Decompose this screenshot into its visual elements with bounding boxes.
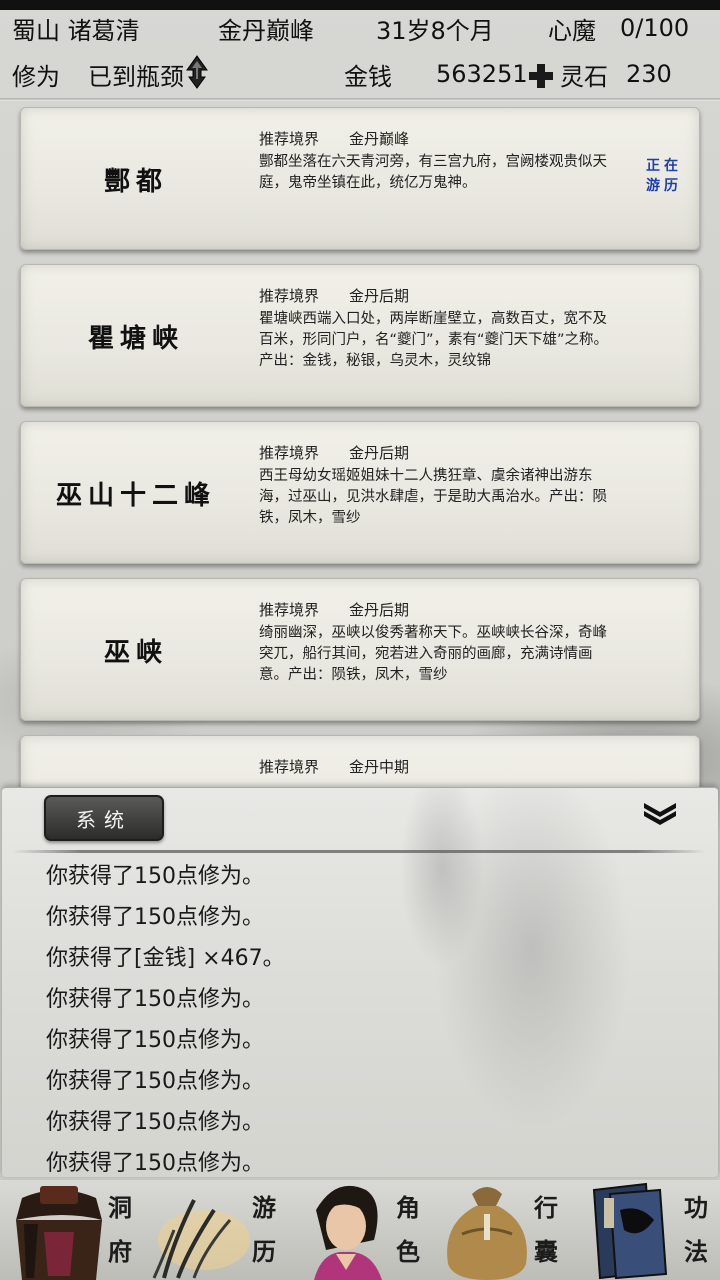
header-row-2: 修为 已到瓶颈 金钱 563251 灵石 230 bbox=[0, 52, 720, 96]
region-name: 酆都 bbox=[103, 167, 168, 197]
cave-dwelling-icon bbox=[16, 1186, 102, 1280]
recommended-realm: 推荐境界 金丹巅峰 bbox=[259, 128, 409, 149]
rec-realm: 金丹中期 bbox=[349, 758, 410, 776]
nav-label-1: 游 bbox=[252, 1193, 276, 1222]
log-line: 你获得了150点修为。 bbox=[46, 864, 264, 889]
region-name bbox=[21, 736, 251, 790]
region-card[interactable]: 推荐境界 金丹中期 bbox=[20, 735, 700, 790]
current-line-2: 游历 bbox=[646, 178, 682, 194]
rec-label: 推荐境界 bbox=[259, 130, 320, 148]
log-line: 你获得了150点修为。 bbox=[46, 1110, 264, 1135]
region-name: 巫峡 bbox=[103, 638, 168, 668]
player-realm: 金丹巅峰 bbox=[218, 16, 314, 45]
log-lines: 你获得了150点修为。 你获得了150点修为。 你获得了[金钱] ×467。 你… bbox=[46, 856, 686, 1177]
nav-xingnang[interactable]: 行 囊 bbox=[432, 1180, 576, 1280]
nav-label-1: 角 bbox=[396, 1193, 420, 1222]
region-description: 西王母幼女瑶姬姐妹十二人携狂章、虞余诸神出游东海，过巫山，见洪水肆虐，于是助大禹… bbox=[259, 468, 607, 526]
region-card[interactable]: 巫峡 推荐境界 金丹后期 绮丽幽深，巫峡以俊秀著称天下。巫峡峡长谷深，奇峰突兀，船… bbox=[20, 578, 700, 721]
nav-label-2: 囊 bbox=[534, 1237, 558, 1266]
rec-realm: 金丹后期 bbox=[349, 444, 410, 462]
money-value: 563251 bbox=[436, 60, 528, 88]
log-line: 你获得了[金钱] ×467。 bbox=[46, 946, 285, 971]
nav-label-2: 历 bbox=[252, 1237, 276, 1266]
scripture-books-icon bbox=[592, 1182, 668, 1280]
nav-juese[interactable]: 角 色 bbox=[288, 1180, 432, 1280]
nav-label-1: 洞 bbox=[108, 1193, 132, 1222]
log-line: 你获得了150点修为。 bbox=[46, 1151, 264, 1176]
rec-label: 推荐境界 bbox=[259, 287, 320, 305]
region-card[interactable]: 巫山十二峰 推荐境界 金丹后期 西王母幼女瑶姬姐妹十二人携狂章、虞余诸神出游东海，… bbox=[20, 421, 700, 564]
nav-dongfu[interactable]: 洞 府 bbox=[0, 1180, 144, 1280]
cultivation-label: 修为 bbox=[12, 62, 60, 91]
tab-system[interactable]: 系统 bbox=[44, 795, 164, 841]
nav-label-1: 行 bbox=[534, 1193, 558, 1222]
recommended-realm: 推荐境界 金丹后期 bbox=[259, 599, 409, 620]
collapse-chevron-icon[interactable] bbox=[642, 800, 678, 826]
nav-label-2: 法 bbox=[684, 1237, 708, 1266]
rec-realm: 金丹巅峰 bbox=[349, 130, 410, 148]
player-age: 31岁8个月 bbox=[376, 16, 494, 45]
player-name: 蜀山 诸葛清 bbox=[12, 16, 140, 45]
rec-realm: 金丹后期 bbox=[349, 287, 410, 305]
nav-label-2: 色 bbox=[396, 1237, 420, 1266]
breakthrough-arrow-icon[interactable] bbox=[186, 55, 208, 89]
log-line: 你获得了150点修为。 bbox=[46, 905, 264, 930]
bottom-nav: 洞 府 游 历 角 色 行 囊 功 法 bbox=[0, 1180, 720, 1280]
recommended-realm: 推荐境界 金丹后期 bbox=[259, 442, 409, 463]
heart-demon-label: 心魔 bbox=[548, 16, 596, 45]
current-line-1: 正在 bbox=[646, 158, 682, 174]
nav-label-2: 府 bbox=[108, 1237, 132, 1266]
spirit-stone-value: 230 bbox=[626, 60, 672, 88]
nav-label-1: 功 bbox=[684, 1193, 708, 1222]
recommended-realm: 推荐境界 金丹后期 bbox=[259, 285, 409, 306]
region-name: 巫山十二峰 bbox=[55, 481, 216, 511]
money-label: 金钱 bbox=[344, 62, 392, 91]
log-line: 你获得了150点修为。 bbox=[46, 1069, 264, 1094]
heart-demon-value: 0/100 bbox=[620, 14, 690, 42]
region-name: 瞿塘峡 bbox=[87, 324, 184, 354]
region-description: 瞿塘峡西端入口处，两岸断崖壁立，高数百丈，宽不及百米，形同门户，名“夔门”，素有… bbox=[259, 311, 609, 369]
rec-label: 推荐境界 bbox=[259, 444, 320, 462]
region-description: 酆都坐落在六天青河旁，有三宫九府，宫阙楼观贵似天庭，鬼帝坐镇在此，统亿万鬼神。 bbox=[259, 154, 607, 191]
travel-reeds-icon bbox=[152, 1199, 250, 1279]
nav-gongfa[interactable]: 功 法 bbox=[576, 1180, 720, 1280]
message-log-panel: 系统 你获得了150点修为。 你获得了150点修为。 你获得了[金钱] ×467… bbox=[2, 787, 718, 1177]
log-line: 你获得了150点修为。 bbox=[46, 987, 264, 1012]
region-card[interactable]: 瞿塘峡 推荐境界 金丹后期 瞿塘峡西端入口处，两岸断崖壁立，高数百丈，宽不及百米，… bbox=[20, 264, 700, 407]
log-line: 你获得了150点修为。 bbox=[46, 1028, 264, 1053]
header-row-1: 蜀山 诸葛清 金丹巅峰 31岁8个月 心魔 0/100 bbox=[0, 6, 720, 50]
region-description: 绮丽幽深，巫峡以俊秀著称天下。巫峡峡长谷深，奇峰突兀，船行其间，宛若进入奇丽的画… bbox=[259, 625, 607, 683]
rec-realm: 金丹后期 bbox=[349, 601, 410, 619]
current-travel-badge: 正在 游历 bbox=[639, 156, 689, 196]
recommended-realm: 推荐境界 金丹中期 bbox=[259, 756, 409, 777]
nav-youli[interactable]: 游 历 bbox=[144, 1180, 288, 1280]
spirit-stone-label: 灵石 bbox=[560, 62, 608, 91]
region-card[interactable]: 酆都 推荐境界 金丹巅峰 酆都坐落在六天青河旁，有三宫九府，宫阙楼观贵似天庭，鬼帝… bbox=[20, 107, 700, 250]
rec-label: 推荐境界 bbox=[259, 758, 320, 776]
log-divider bbox=[12, 850, 706, 853]
region-list[interactable]: 酆都 推荐境界 金丹巅峰 酆都坐落在六天青河旁，有三宫九府，宫阙楼观贵似天庭，鬼帝… bbox=[0, 100, 720, 790]
cultivation-status: 已到瓶颈 bbox=[88, 62, 184, 91]
rec-label: 推荐境界 bbox=[259, 601, 320, 619]
plus-icon[interactable] bbox=[528, 61, 554, 89]
